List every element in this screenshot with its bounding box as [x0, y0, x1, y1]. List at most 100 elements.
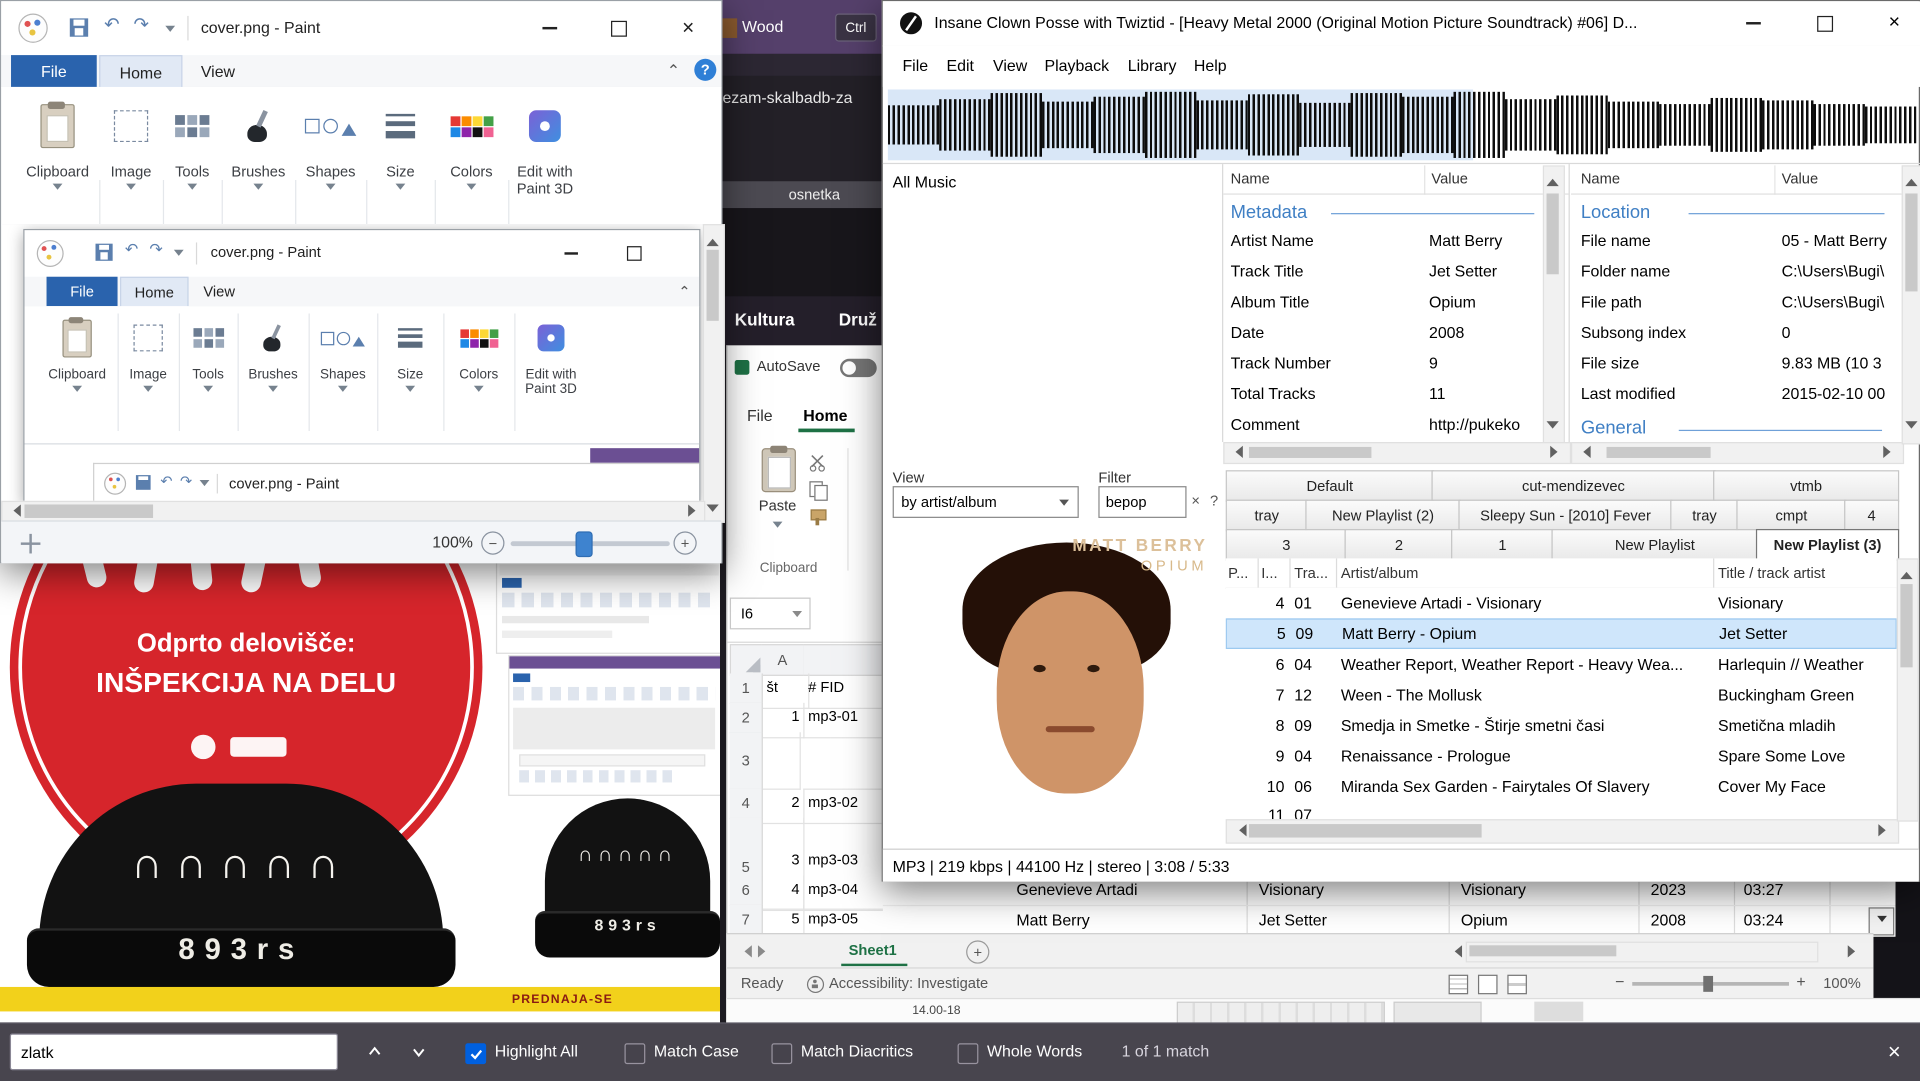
metadata-hscrollbar[interactable] [1223, 442, 1571, 464]
image-group[interactable]: Image [102, 94, 161, 216]
find-previous-button[interactable] [355, 1033, 394, 1070]
row-header[interactable]: 3 [730, 732, 763, 790]
playlist-vscrollbar[interactable] [1897, 558, 1919, 821]
playlist-tab[interactable]: Sleepy Sun - [2010] Fever [1458, 500, 1672, 532]
tab-view[interactable]: View [182, 55, 253, 87]
playlist-tab[interactable]: cut-mendizevec [1431, 470, 1715, 502]
paint-titlebar[interactable]: ↶ ↷ cover.png - Paint × [1, 1, 721, 55]
autosave-toggle[interactable] [840, 359, 877, 377]
playlist-tab[interactable]: cmpt [1736, 500, 1846, 532]
add-sheet-button[interactable]: + [966, 940, 989, 963]
zoom-level[interactable]: 100% [1823, 975, 1861, 992]
zoom-slider[interactable] [511, 531, 670, 554]
playlist-row[interactable]: 11 07 [1226, 802, 1897, 819]
playlist-tab[interactable]: 2 [1344, 529, 1453, 561]
playlist-row[interactable]: 10 06 Miranda Sex Garden - Fairytales Of… [1226, 771, 1897, 802]
cell-a7[interactable]: 5 [762, 905, 805, 933]
playlist-tab[interactable]: 3 [1226, 529, 1347, 561]
sheet-scrollbar[interactable] [1466, 942, 1819, 963]
col-i[interactable]: I... [1261, 564, 1287, 581]
row-header[interactable]: 6 [730, 876, 763, 907]
playlist-row[interactable]: 9 04 Renaissance - Prologue Spare Some L… [1226, 741, 1897, 772]
edit-paint3d-button[interactable]: Edit with Paint 3D [511, 94, 580, 216]
playlist-row[interactable]: 4 01 Genevieve Artadi - Visionary Vision… [1226, 588, 1897, 619]
column-header-name[interactable]: Name [1231, 170, 1270, 187]
row-header[interactable]: 4 [730, 789, 763, 820]
waveform-seekbar[interactable] [888, 89, 1917, 160]
nav-item-kultura[interactable]: Kultura [735, 310, 795, 330]
quick-access-dropdown-icon[interactable] [165, 26, 175, 37]
shapes-group[interactable]: Shapes [298, 94, 364, 216]
zoom-out-button[interactable]: − [481, 531, 504, 554]
size-group[interactable]: Size [369, 94, 433, 216]
select-all-corner[interactable] [730, 644, 764, 676]
help-icon[interactable]: ? [694, 59, 716, 81]
playlist-tab[interactable]: tray [1226, 500, 1308, 532]
player-titlebar[interactable]: Insane Clown Posse with Twiztid - [Heavy… [883, 1, 1920, 46]
playlist-tab[interactable]: New Playlist [1551, 529, 1758, 561]
tab-file[interactable]: File [11, 55, 97, 87]
row-header[interactable]: 5 [730, 818, 763, 882]
playlist-tab[interactable]: Default [1226, 470, 1434, 502]
playlist-tab[interactable]: 1 [1451, 529, 1554, 561]
canvas-vscrollbar[interactable] [703, 224, 725, 523]
col-title[interactable]: Title / track artist [1718, 564, 1894, 581]
dropdown-button[interactable] [1869, 907, 1895, 935]
copy-icon[interactable] [808, 480, 828, 500]
column-header-value[interactable]: Value [1431, 170, 1468, 187]
cut-icon[interactable] [808, 453, 828, 473]
whole-words-checkbox[interactable] [958, 1043, 979, 1064]
menu-library[interactable]: Library [1128, 56, 1177, 74]
accessibility-status[interactable]: Accessibility: Investigate [829, 975, 988, 992]
match-diacritics-label[interactable]: Match Diacritics [801, 1042, 913, 1060]
playlist-tab[interactable]: vtmb [1713, 470, 1899, 502]
column-header-value[interactable]: Value [1782, 170, 1819, 187]
paste-button[interactable]: Paste [744, 446, 810, 544]
row-header[interactable]: 1 [730, 673, 763, 704]
name-box[interactable]: I6 [730, 598, 811, 630]
menu-help[interactable]: Help [1194, 56, 1227, 74]
clipboard-group[interactable]: Clipboard [18, 94, 96, 216]
zoom-out-button[interactable]: − [1615, 972, 1624, 990]
tab-home[interactable]: Home [99, 55, 182, 89]
col-tra[interactable]: Tra... [1294, 564, 1333, 581]
find-input[interactable] [10, 1033, 338, 1070]
filter-clear-button[interactable]: × [1187, 486, 1205, 515]
filter-input[interactable]: bepop [1098, 486, 1186, 518]
col-artist-album[interactable]: Artist/album [1341, 564, 1708, 581]
sheet-scroll-right[interactable] [1848, 945, 1861, 957]
window-right-scrollbar[interactable] [1902, 165, 1920, 444]
zoom-slider[interactable] [1632, 982, 1789, 986]
album-art[interactable]: MATT BERRY OPIUM [889, 520, 1220, 848]
menu-file[interactable]: File [902, 56, 928, 74]
match-case-checkbox[interactable] [624, 1043, 645, 1064]
highlight-all-label[interactable]: Highlight All [495, 1042, 578, 1060]
nav-item-druzba[interactable]: Druž [839, 310, 886, 330]
zoom-in-button[interactable]: + [1796, 972, 1805, 990]
redo-icon[interactable]: ↷ [133, 13, 148, 35]
menu-playback[interactable]: Playback [1044, 56, 1109, 74]
page-layout-icon[interactable] [1478, 975, 1498, 995]
undo-icon[interactable]: ↶ [104, 13, 119, 35]
close-button[interactable]: × [1867, 1, 1920, 45]
tools-group[interactable]: Tools [165, 94, 219, 216]
playlist-tab[interactable]: New Playlist (2) [1305, 500, 1461, 532]
sheet-tab[interactable]: Sheet1 [849, 942, 897, 959]
location-hscrollbar[interactable] [1571, 442, 1904, 464]
close-button[interactable]: × [655, 1, 721, 55]
column-header-a[interactable]: A [762, 644, 805, 676]
maximize-button[interactable] [1796, 1, 1852, 45]
excel-tab-file[interactable]: File [747, 407, 773, 425]
playlist-tab[interactable]: 4 [1844, 500, 1899, 532]
column-header-name[interactable]: Name [1581, 170, 1620, 187]
match-case-label[interactable]: Match Case [654, 1042, 739, 1060]
table-row[interactable]: Matt Berry Jet Setter Opium 2008 03:24 [842, 906, 1895, 935]
find-close-button[interactable]: × [1876, 1033, 1913, 1070]
format-painter-icon[interactable] [808, 507, 828, 527]
row-header[interactable]: 7 [730, 905, 763, 933]
playlist-hscrollbar[interactable] [1226, 819, 1899, 843]
normal-view-icon[interactable] [1449, 975, 1469, 995]
page-break-icon[interactable] [1507, 975, 1527, 995]
brushes-group[interactable]: Brushes [224, 94, 293, 216]
paint-canvas[interactable]: ↶ ↷ cover.png - Paint File Home View ⌃ [1, 224, 703, 501]
